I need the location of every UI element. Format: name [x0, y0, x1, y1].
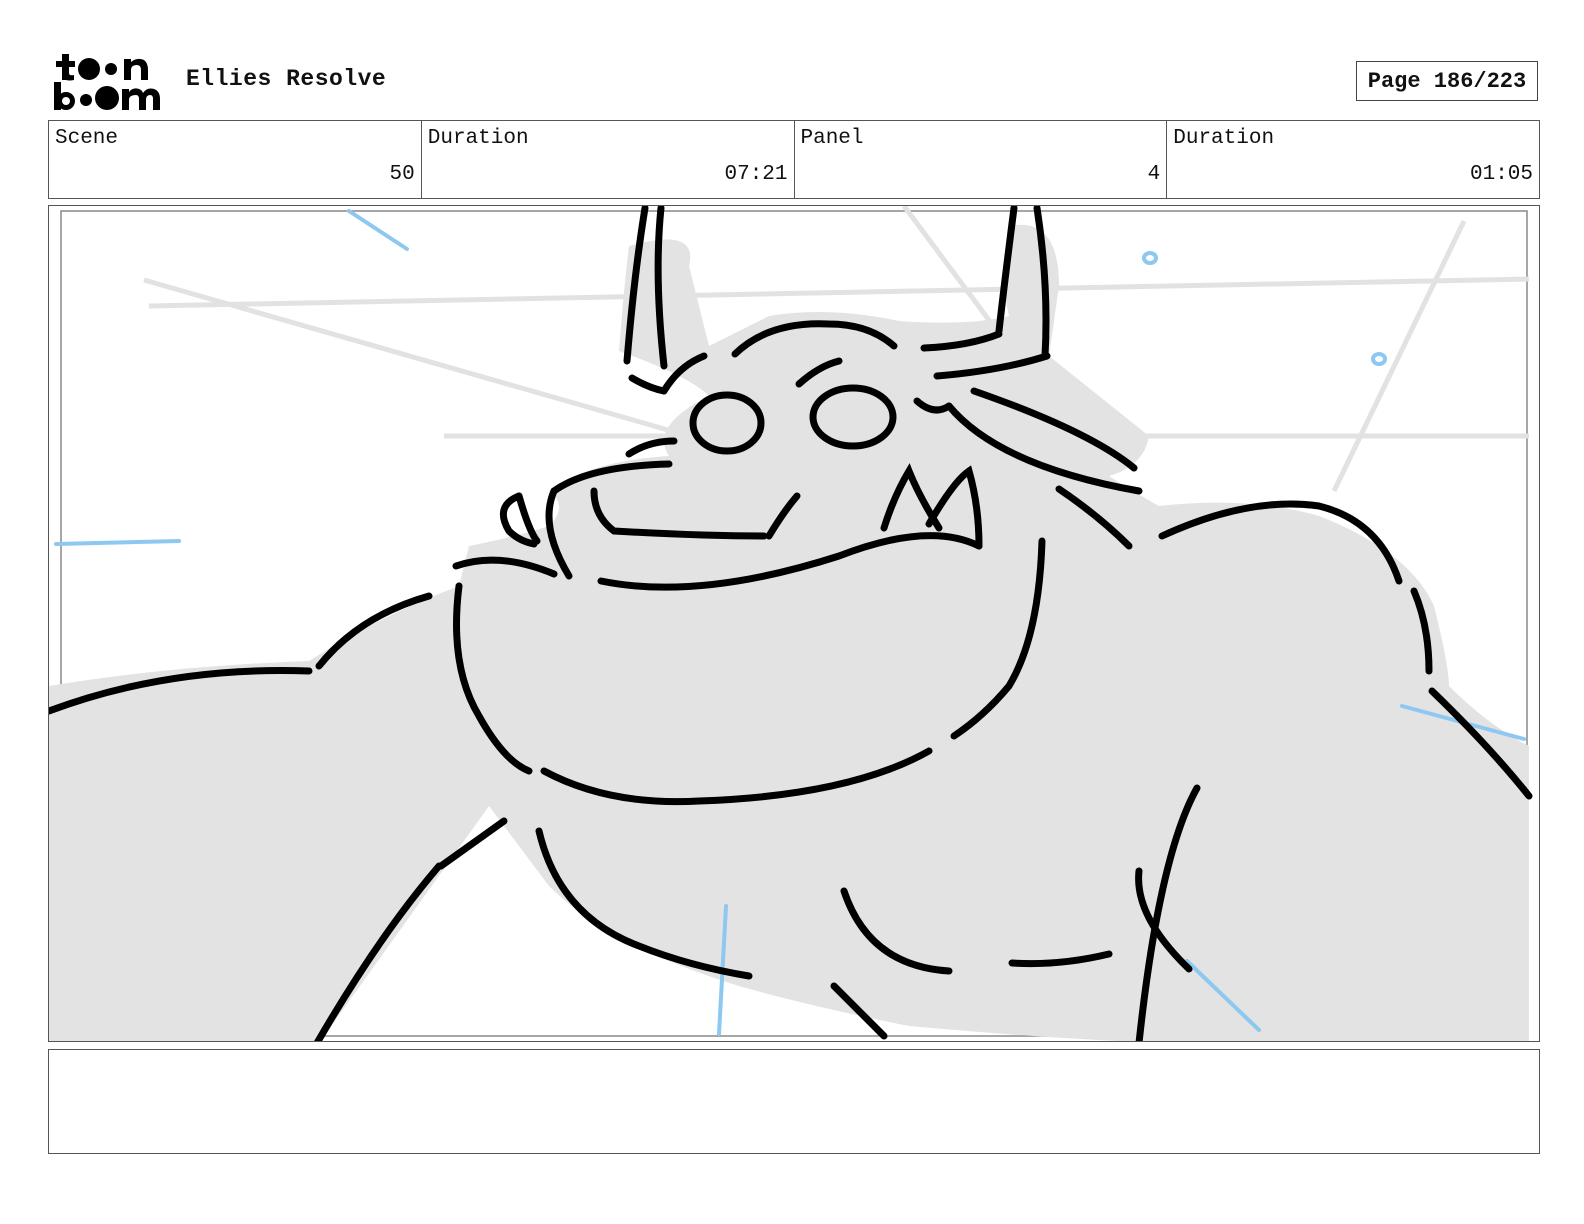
scene-value: 50: [389, 163, 415, 186]
scene-duration-label: Duration: [427, 127, 529, 150]
creature-fill: [49, 224, 1529, 1041]
scene-label: Scene: [55, 127, 119, 150]
panel-value: 4: [1147, 163, 1161, 186]
page-label: Page: [1367, 68, 1421, 94]
panel-notes: [48, 1049, 1540, 1154]
panel-duration-label: Duration: [1173, 127, 1275, 150]
scene-duration-value: 07:21: [724, 163, 788, 186]
storyboard-panel: [48, 205, 1540, 1042]
scene-cell: Scene 50: [49, 121, 422, 198]
page-value: 186/223: [1433, 68, 1527, 94]
panel-label: Panel: [800, 127, 864, 150]
panel-cell: Panel 4: [795, 121, 1168, 198]
panel-duration-value: 01:05: [1469, 163, 1533, 186]
toon-boom-logo: [54, 54, 160, 110]
panel-sketch: [49, 206, 1533, 1041]
page-indicator: Page 186/223: [1356, 61, 1538, 101]
project-title: Ellies Resolve: [186, 66, 387, 92]
scene-duration-cell: Duration 07:21: [422, 121, 795, 198]
scene-info-row: Scene 50 Duration 07:21 Panel 4 Duration…: [48, 120, 1540, 199]
panel-duration-cell: Duration 01:05: [1167, 121, 1539, 198]
